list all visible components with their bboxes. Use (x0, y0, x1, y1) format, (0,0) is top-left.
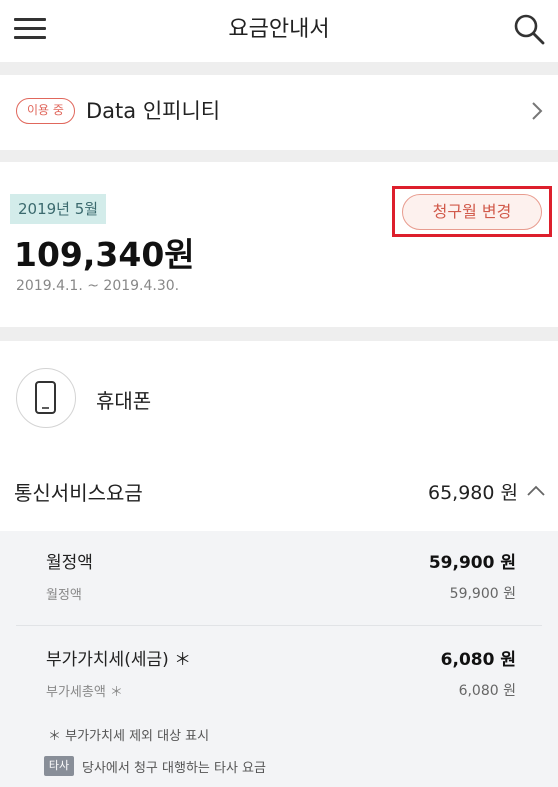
vat-exempt-note: ＊ 부가가치세 제외 대상 표시 (48, 729, 210, 744)
billing-period: 2019.4.1. ~ 2019.4.30. (16, 278, 180, 294)
chevron-up-icon (527, 485, 545, 496)
in-use-badge: 이용 중 (16, 98, 75, 124)
plan-selector[interactable]: 이용 중 Data 인피니티 (0, 75, 558, 150)
charge-breakdown: 월정액 59,900 원 월정액 59,900 원 부가가치세(세금) ＊ 6,… (0, 531, 558, 787)
item-value: 59,900 원 (428, 553, 516, 573)
device-label: 휴대폰 (96, 389, 152, 413)
app-header: 요금안내서 (0, 0, 558, 62)
service-charge-toggle[interactable]: 통신서비스요금 65,980 원 (0, 461, 558, 521)
total-amount: 109,340원 (14, 235, 195, 274)
device-avatar (16, 368, 76, 428)
item-sub-label: 월정액 (46, 588, 82, 603)
change-billing-month-button[interactable]: 청구월 변경 (402, 194, 542, 230)
item-sub-value: 59,900 원 (449, 586, 516, 602)
smartphone-icon (34, 380, 56, 414)
other-carrier-badge: 타사 (44, 756, 74, 776)
item-value: 6,080 원 (440, 650, 516, 670)
page-title: 요금안내서 (228, 17, 330, 42)
divider (16, 625, 542, 626)
section-title: 통신서비스요금 (14, 481, 143, 505)
plan-name: Data 인피니티 (86, 99, 221, 123)
device-detail: 휴대폰 통신서비스요금 65,980 원 (0, 341, 558, 531)
item-title: 월정액 (46, 553, 93, 573)
chevron-right-icon (532, 102, 543, 120)
other-carrier-note: 당사에서 청구 대행하는 타사 요금 (82, 761, 266, 776)
item-sub-value: 6,080 원 (458, 683, 516, 699)
section-amount: 65,980 원 (427, 482, 518, 504)
billing-month: 2019년 5월 (10, 194, 107, 224)
search-icon[interactable] (512, 12, 546, 46)
item-title: 부가가치세(세금) ＊ (46, 650, 192, 670)
item-sub-label: 부가세총액 ＊ (46, 685, 123, 700)
